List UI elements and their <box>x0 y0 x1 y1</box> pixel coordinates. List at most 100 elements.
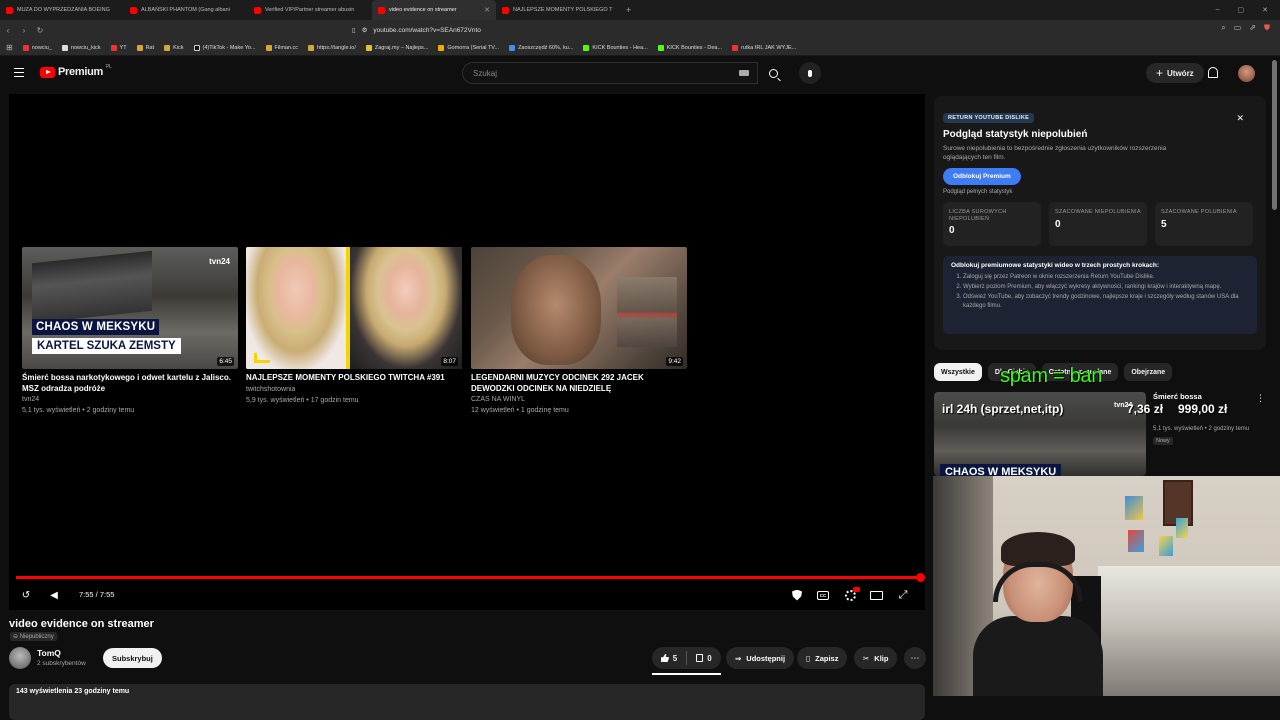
thumbnail-scene <box>617 277 677 347</box>
subtitles-button[interactable]: CC <box>815 588 831 602</box>
progress-bar[interactable] <box>16 573 925 582</box>
bookmark-item[interactable]: Zaoszczędź 60%, ku... <box>509 44 573 51</box>
browser-tab[interactable]: Verified VIP/Partner streamer abusin <box>248 0 372 20</box>
browser-tab[interactable]: NAJLEPSZE MOMENTY POLSKIEGO T <box>496 0 620 20</box>
bookmark-item[interactable]: KICK Bounties - Hea... <box>583 44 648 51</box>
subscribe-button[interactable]: Subskrybuj <box>103 648 162 668</box>
bookmark-item[interactable]: rutka IRL JAK WYJE... <box>732 44 796 51</box>
close-icon[interactable]: ✕ <box>1236 113 1244 124</box>
forward-icon[interactable]: › <box>16 26 32 35</box>
reload-icon[interactable]: ↻ <box>32 26 48 35</box>
theater-mode-button[interactable] <box>868 588 884 602</box>
video-title[interactable]: Śmierć bossa narkotykowego i odwet karte… <box>22 373 238 394</box>
bookmark-item[interactable]: nowciu_kick <box>61 44 101 51</box>
site-info-icon[interactable]: ⚙ <box>362 26 368 34</box>
sponsorblock-button[interactable] <box>789 588 805 602</box>
chip-all[interactable]: Wszystkie <box>934 363 982 381</box>
scrubber-handle[interactable] <box>916 573 925 582</box>
search-input[interactable]: Szukaj <box>462 62 758 84</box>
notifications-icon[interactable] <box>1208 67 1218 78</box>
video-title[interactable]: NAJLEPSZE MOMENTY POLSKIEGO TWITCHA #391 <box>246 373 462 384</box>
zoom-icon[interactable]: ⌕ <box>1221 23 1225 33</box>
create-button[interactable]: + Utwórz <box>1146 63 1204 83</box>
menu-icon[interactable] <box>14 68 24 77</box>
check-icon <box>509 44 516 51</box>
browser-tab[interactable]: MUZA DO WYPRZEDZANIA BOEING <box>0 0 124 20</box>
stat-card: LICZBA SUROWYCH NIEPOLUBIEŃ 0 <box>943 202 1041 246</box>
screenshot-icon[interactable]: ▭ <box>1234 23 1242 33</box>
endscreen-video-card[interactable]: 9:42 LEGENDARNI MUZYCY ODCINEK 292 JACEK… <box>471 247 687 416</box>
keyboard-icon[interactable] <box>739 70 749 76</box>
video-thumbnail[interactable]: tvn24 CHAOS W MEKSYKU KARTEL SZUKA ZEMST… <box>22 247 238 369</box>
thumbnail-scene <box>246 247 346 369</box>
volume-button[interactable]: ◀ <box>46 588 62 602</box>
thumbnail-caption: KARTEL SZUKA ZEMSTY <box>32 338 181 354</box>
bookmark-item[interactable]: Rat <box>136 44 154 51</box>
bookmark-item[interactable]: nowciu_ <box>22 44 52 51</box>
channel-avatar[interactable] <box>9 647 31 669</box>
recommended-video-title[interactable]: Śmierć bossa <box>1153 392 1202 401</box>
subtitles-icon: CC <box>817 590 829 600</box>
video-thumbnail[interactable]: 8:07 <box>246 247 462 369</box>
stat-value: 0 <box>949 225 955 236</box>
channel-name[interactable]: tvn24 <box>22 394 238 405</box>
bookmark-item[interactable]: KICK Bounties - Dea... <box>657 44 722 51</box>
dislike-button[interactable]: 0 <box>687 647 721 669</box>
stream-overlay-goal: irl 24h (sprzet,net,itp) <box>942 402 1064 416</box>
tiktok-icon <box>193 44 200 51</box>
bookmark-icon: ▯ <box>806 653 811 663</box>
bookmark-icon[interactable]: ▯ <box>352 26 356 34</box>
save-button[interactable]: ▯ Zapisz <box>797 647 848 669</box>
time-display: 7:55 / 7:55 <box>79 590 115 599</box>
visibility-badge: ⊖ Niepubliczny <box>10 632 57 641</box>
apps-grid-icon[interactable]: ⊞ <box>6 43 13 52</box>
address-bar[interactable]: ▯ ⚙ youtube.com/watch?v=SEAn672Vnto <box>352 22 912 38</box>
channel-name[interactable]: CZAS NA WINYL <box>471 394 687 405</box>
share-icon[interactable]: ⇗ <box>1249 23 1256 33</box>
replay-button[interactable]: ↺ <box>18 588 34 602</box>
link-icon: ⊖ <box>13 634 20 640</box>
video-title[interactable]: LEGENDARNI MUZYCY ODCINEK 292 JACEK DEWO… <box>471 373 687 394</box>
unlock-premium-button[interactable]: Odblokuj Premium <box>943 168 1021 185</box>
views-date: 143 wyświetlenia 23 godziny temu <box>16 688 130 695</box>
video-player[interactable]: tvn24 CHAOS W MEKSYKU KARTEL SZUKA ZEMST… <box>9 94 925 610</box>
more-actions-icon[interactable]: ⋯ <box>904 647 926 669</box>
x-icon <box>61 44 68 51</box>
bookmark-item[interactable]: Filman.cc <box>265 44 298 51</box>
brave-shield-icon[interactable]: ⛊ <box>1264 23 1270 33</box>
stats-row: LICZBA SUROWYCH NIEPOLUBIEŃ 0 SZACOWANE N… <box>943 202 1257 246</box>
bookmark-item[interactable]: Zagraj.my – Najleps... <box>365 44 428 51</box>
chip-watched[interactable]: Obejrzane <box>1124 363 1173 381</box>
video-thumbnail[interactable]: 9:42 <box>471 247 687 369</box>
like-button[interactable]: 5 <box>652 647 686 669</box>
bookmark-item[interactable]: https://tangle.io/ <box>308 44 356 51</box>
close-tab-icon[interactable]: ✕ <box>484 6 490 14</box>
browser-tab[interactable]: ALBAŃSKI PHANTOM (Gang albani <box>124 0 248 20</box>
search-button[interactable] <box>758 62 788 84</box>
maximize-icon[interactable]: ▢ <box>1238 6 1245 14</box>
description-box[interactable]: 143 wyświetlenia 23 godziny temu <box>9 684 925 720</box>
full-stats-link[interactable]: Podgląd pełnych statystyk <box>943 189 1257 195</box>
settings-button[interactable] <box>842 586 860 602</box>
avatar[interactable] <box>1238 65 1255 82</box>
endscreen-video-card[interactable]: 8:07 NAJLEPSZE MOMENTY POLSKIEGO TWITCHA… <box>246 247 462 406</box>
page-scrollbar[interactable] <box>1272 60 1277 210</box>
bookmark-item[interactable]: Gomorra (Serial TV... <box>438 44 499 51</box>
bookmark-item[interactable]: YT <box>110 44 127 51</box>
more-options-icon[interactable]: ⋮ <box>1256 393 1265 404</box>
share-button[interactable]: ⇒ Udostępnij <box>726 647 795 669</box>
clip-button[interactable]: ✂ Klip <box>854 647 898 669</box>
bookmark-item[interactable]: Kick <box>164 44 184 51</box>
browser-tab-active[interactable]: video evidence on streamer ✕ <box>372 0 496 20</box>
endscreen-video-card[interactable]: tvn24 CHAOS W MEKSYKU KARTEL SZUKA ZEMST… <box>22 247 238 416</box>
new-tab-icon[interactable]: + <box>620 5 637 15</box>
channel-name[interactable]: twitchshotownia <box>246 384 462 395</box>
bookmark-item[interactable]: (4)TikTok - Make Yo... <box>193 44 256 51</box>
fullscreen-button[interactable]: ⤢ <box>895 588 911 602</box>
minimize-icon[interactable]: – <box>1216 6 1220 14</box>
channel-name[interactable]: TomQ <box>37 648 61 658</box>
back-icon[interactable]: ‹ <box>0 26 16 35</box>
close-window-icon[interactable]: ✕ <box>1262 6 1268 14</box>
voice-search-button[interactable] <box>799 62 821 84</box>
youtube-premium-logo[interactable]: Premium PL <box>40 64 112 78</box>
